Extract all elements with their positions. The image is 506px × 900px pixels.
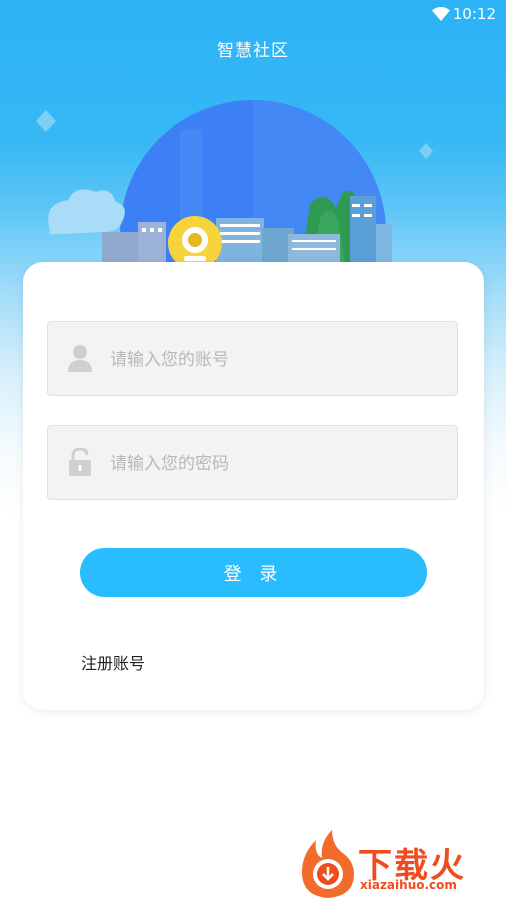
username-input[interactable] bbox=[108, 322, 442, 397]
watermark: 下载火 xiazaihuo.com bbox=[298, 828, 504, 900]
watermark-url: xiazaihuo.com bbox=[360, 878, 457, 892]
login-card: 登 录 注册账号 bbox=[23, 262, 484, 710]
page-title: 智慧社区 bbox=[217, 41, 289, 61]
password-field[interactable] bbox=[47, 425, 458, 501]
login-button[interactable]: 登 录 bbox=[80, 548, 427, 597]
status-bar: 10:12 bbox=[0, 0, 506, 28]
status-time: 10:12 bbox=[452, 5, 496, 23]
city-skyline-illustration bbox=[36, 100, 433, 270]
register-link[interactable]: 注册账号 bbox=[81, 650, 145, 674]
password-input[interactable] bbox=[108, 426, 442, 501]
wifi-icon bbox=[432, 7, 450, 21]
lock-icon bbox=[69, 448, 91, 476]
flame-logo-icon bbox=[302, 830, 354, 898]
username-field[interactable] bbox=[47, 321, 458, 397]
user-icon bbox=[68, 345, 92, 372]
